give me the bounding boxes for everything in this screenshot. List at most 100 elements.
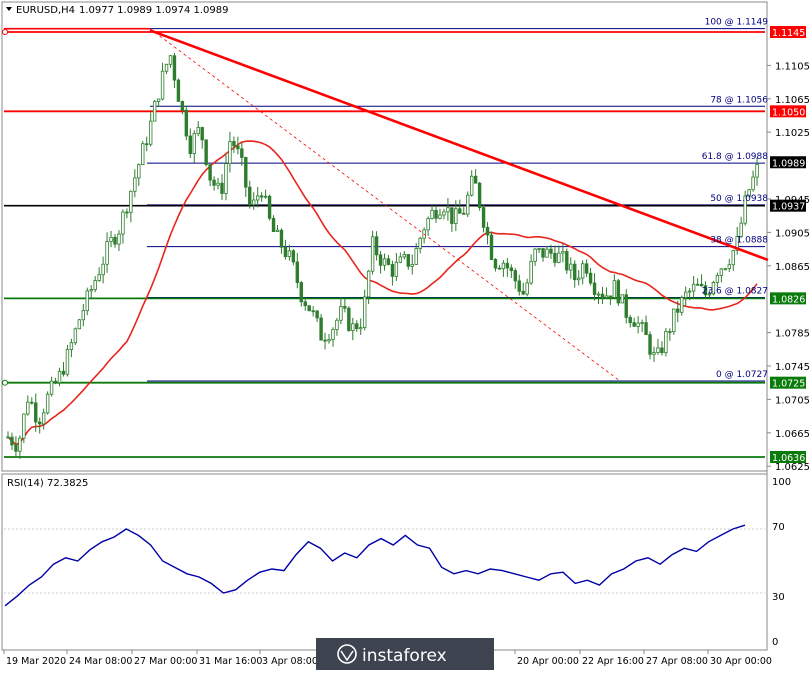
candle-body (521, 290, 525, 295)
price-box-label: 1.1145 (772, 28, 805, 39)
price-tick-label: 1.0665 (775, 429, 810, 440)
candle-body (588, 272, 593, 284)
candle-body (390, 264, 395, 277)
chart-canvas[interactable]: 100 @ 1.1149 78 @ 1.1056 61.8 @ 1.0988 50 @… (0, 0, 810, 670)
candle-body (236, 145, 240, 150)
candle-body (275, 229, 280, 232)
candle-body (93, 280, 97, 290)
candle-body (224, 163, 228, 194)
candle-body (687, 290, 692, 293)
candle-body (719, 268, 724, 276)
candle-body (414, 248, 418, 265)
candle-body (410, 264, 414, 267)
price-box-label: 1.1050 (772, 107, 805, 118)
candle-body (69, 342, 74, 350)
candle-body (402, 254, 407, 258)
candle-body (343, 306, 347, 309)
candle-body (105, 241, 109, 265)
rsi-panel[interactable] (1, 473, 768, 651)
candle-body (347, 307, 351, 331)
price-panel[interactable] (1, 1, 768, 472)
candle-body (592, 282, 597, 295)
candle-body (152, 101, 157, 122)
candle-body (513, 270, 517, 282)
candle-body (204, 139, 208, 165)
candle-body (493, 259, 498, 269)
candle-body (362, 296, 367, 329)
candle-body (632, 322, 636, 327)
candle-body (723, 268, 728, 271)
candle-body (438, 214, 442, 219)
candle-body (57, 370, 62, 384)
price-tick-label: 1.0865 (775, 262, 810, 273)
candle-body (608, 295, 613, 298)
watermark-text: instaforex (362, 646, 447, 666)
candle-body (549, 248, 553, 254)
candle-body (240, 148, 244, 158)
time-tick-label: 24 Mar 08:00 (69, 656, 132, 667)
time-tick-label: 27 Mar 00:00 (134, 656, 197, 667)
fib-level-label: 78 @ 1.1056 (710, 95, 768, 105)
candle-body (386, 258, 391, 265)
candle-body (378, 254, 383, 266)
candle-body (311, 310, 315, 313)
candle-body (176, 79, 181, 102)
candle-body (160, 70, 165, 100)
ohlc-values: 1.0977 1.0989 1.0974 1.0989 (79, 5, 229, 16)
candle-body (133, 177, 137, 192)
candle-body (196, 127, 200, 135)
candle-body (640, 322, 644, 324)
candle-body (73, 328, 78, 344)
candle-body (89, 289, 93, 292)
candle-body (616, 280, 621, 304)
candle-body (14, 444, 18, 452)
candle-body (18, 437, 22, 452)
candle-body (208, 164, 212, 181)
candle-body (255, 195, 260, 201)
candle-body (620, 294, 624, 304)
rsi-level-30: 30 (772, 592, 785, 603)
candle-body (584, 263, 589, 274)
candle-body (557, 252, 561, 263)
candle-body (335, 319, 339, 330)
price-box-label: 1.0826 (772, 294, 805, 305)
candle-body (10, 436, 14, 446)
candle-body (656, 347, 660, 353)
price-tick-label: 1.0705 (775, 395, 810, 406)
candle-body (569, 263, 573, 271)
fib-level-label: 23.6 @ 1.0827 (702, 287, 768, 297)
candle-body (259, 195, 264, 198)
candle-body (248, 186, 252, 206)
candle-body (680, 297, 684, 313)
anchor-marker (2, 29, 8, 35)
candle-body (497, 267, 502, 270)
candle-body (38, 421, 42, 425)
candle-body (232, 141, 236, 147)
candle-body (517, 280, 521, 292)
candle-body (137, 164, 141, 179)
candle-body (366, 270, 371, 298)
candle-body (489, 234, 494, 260)
candle-body (117, 233, 121, 245)
candle-body (121, 211, 125, 235)
candle-body (41, 412, 46, 425)
candle-body (473, 175, 478, 184)
candle-body (6, 436, 10, 439)
fib-level-label: 50 @ 1.0938 (710, 194, 768, 204)
candle-body (156, 98, 161, 103)
candle-body (370, 236, 375, 272)
candle-body (580, 263, 585, 279)
candle-body (77, 319, 82, 330)
time-tick-label: 20 Apr 00:00 (517, 656, 579, 667)
time-tick-label: 3 Apr 08:00 (262, 656, 318, 667)
candle-body (454, 208, 458, 224)
price-box-label: 1.0937 (772, 202, 805, 213)
candle-body (145, 143, 149, 146)
candle-body (458, 208, 462, 214)
candle-body (287, 250, 292, 258)
candle-body (291, 250, 296, 263)
candle-body (691, 283, 696, 292)
candle-body (81, 310, 85, 321)
candle-body (755, 164, 759, 178)
candle-body (541, 248, 545, 258)
